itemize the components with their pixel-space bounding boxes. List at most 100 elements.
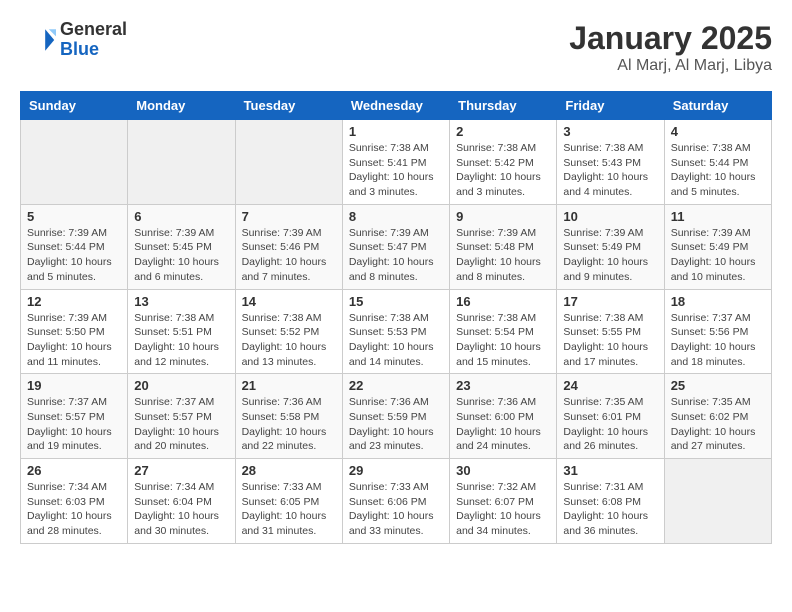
day-info: Sunrise: 7:36 AMSunset: 6:00 PMDaylight:… bbox=[456, 395, 550, 454]
logo-text: General Blue bbox=[60, 20, 127, 60]
day-number: 8 bbox=[349, 209, 443, 224]
logo-general-text: General bbox=[60, 20, 127, 40]
day-info: Sunrise: 7:38 AMSunset: 5:51 PMDaylight:… bbox=[134, 311, 228, 370]
col-header-friday: Friday bbox=[557, 92, 664, 120]
day-info: Sunrise: 7:39 AMSunset: 5:44 PMDaylight:… bbox=[27, 226, 121, 285]
day-info: Sunrise: 7:38 AMSunset: 5:42 PMDaylight:… bbox=[456, 141, 550, 200]
col-header-thursday: Thursday bbox=[450, 92, 557, 120]
day-number: 7 bbox=[242, 209, 336, 224]
day-info: Sunrise: 7:39 AMSunset: 5:45 PMDaylight:… bbox=[134, 226, 228, 285]
calendar-cell: 29 Sunrise: 7:33 AMSunset: 6:06 PMDayligh… bbox=[342, 459, 449, 544]
title-block: January 2025 Al Marj, Al Marj, Libya bbox=[569, 20, 772, 75]
day-info: Sunrise: 7:39 AMSunset: 5:47 PMDaylight:… bbox=[349, 226, 443, 285]
calendar-cell: 21 Sunrise: 7:36 AMSunset: 5:58 PMDayligh… bbox=[235, 374, 342, 459]
calendar-cell: 4 Sunrise: 7:38 AMSunset: 5:44 PMDaylight… bbox=[664, 120, 771, 205]
day-number: 17 bbox=[563, 294, 657, 309]
day-number: 12 bbox=[27, 294, 121, 309]
calendar-table: SundayMondayTuesdayWednesdayThursdayFrid… bbox=[20, 91, 772, 544]
day-number: 26 bbox=[27, 463, 121, 478]
day-info: Sunrise: 7:38 AMSunset: 5:44 PMDaylight:… bbox=[671, 141, 765, 200]
calendar-cell: 11Sunrise: 7:39 AMSunset: 5:49 PMDayligh… bbox=[664, 204, 771, 289]
calendar-cell bbox=[21, 120, 128, 205]
day-number: 4 bbox=[671, 124, 765, 139]
logo-blue-text: Blue bbox=[60, 40, 127, 60]
day-info: Sunrise: 7:39 AMSunset: 5:49 PMDaylight:… bbox=[563, 226, 657, 285]
day-number: 20 bbox=[134, 378, 228, 393]
day-info: Sunrise: 7:38 AMSunset: 5:52 PMDaylight:… bbox=[242, 311, 336, 370]
calendar-cell: 6 Sunrise: 7:39 AMSunset: 5:45 PMDaylight… bbox=[128, 204, 235, 289]
day-info: Sunrise: 7:37 AMSunset: 5:57 PMDaylight:… bbox=[27, 395, 121, 454]
day-number: 27 bbox=[134, 463, 228, 478]
day-number: 6 bbox=[134, 209, 228, 224]
day-info: Sunrise: 7:33 AMSunset: 6:06 PMDaylight:… bbox=[349, 480, 443, 539]
day-info: Sunrise: 7:37 AMSunset: 5:56 PMDaylight:… bbox=[671, 311, 765, 370]
calendar-cell: 12 Sunrise: 7:39 AMSunset: 5:50 PMDayligh… bbox=[21, 289, 128, 374]
day-info: Sunrise: 7:39 AMSunset: 5:50 PMDaylight:… bbox=[27, 311, 121, 370]
col-header-monday: Monday bbox=[128, 92, 235, 120]
calendar-cell: 25 Sunrise: 7:35 AMSunset: 6:02 PMDayligh… bbox=[664, 374, 771, 459]
day-info: Sunrise: 7:34 AMSunset: 6:03 PMDaylight:… bbox=[27, 480, 121, 539]
day-info: Sunrise: 7:33 AMSunset: 6:05 PMDaylight:… bbox=[242, 480, 336, 539]
calendar-cell: 31Sunrise: 7:31 AMSunset: 6:08 PMDayligh… bbox=[557, 459, 664, 544]
day-info: Sunrise: 7:38 AMSunset: 5:54 PMDaylight:… bbox=[456, 311, 550, 370]
col-header-tuesday: Tuesday bbox=[235, 92, 342, 120]
calendar-cell: 14 Sunrise: 7:38 AMSunset: 5:52 PMDayligh… bbox=[235, 289, 342, 374]
calendar-cell: 19Sunrise: 7:37 AMSunset: 5:57 PMDayligh… bbox=[21, 374, 128, 459]
day-number: 21 bbox=[242, 378, 336, 393]
calendar-week-row: 12 Sunrise: 7:39 AMSunset: 5:50 PMDayligh… bbox=[21, 289, 772, 374]
day-info: Sunrise: 7:39 AMSunset: 5:46 PMDaylight:… bbox=[242, 226, 336, 285]
day-number: 28 bbox=[242, 463, 336, 478]
calendar-week-row: 19Sunrise: 7:37 AMSunset: 5:57 PMDayligh… bbox=[21, 374, 772, 459]
day-number: 15 bbox=[349, 294, 443, 309]
calendar-cell: 23 Sunrise: 7:36 AMSunset: 6:00 PMDayligh… bbox=[450, 374, 557, 459]
day-info: Sunrise: 7:37 AMSunset: 5:57 PMDaylight:… bbox=[134, 395, 228, 454]
day-info: Sunrise: 7:34 AMSunset: 6:04 PMDaylight:… bbox=[134, 480, 228, 539]
calendar-cell: 8 Sunrise: 7:39 AMSunset: 5:47 PMDaylight… bbox=[342, 204, 449, 289]
day-info: Sunrise: 7:31 AMSunset: 6:08 PMDaylight:… bbox=[563, 480, 657, 539]
day-number: 9 bbox=[456, 209, 550, 224]
page-title: January 2025 bbox=[569, 20, 772, 57]
day-info: Sunrise: 7:39 AMSunset: 5:48 PMDaylight:… bbox=[456, 226, 550, 285]
day-info: Sunrise: 7:35 AMSunset: 6:01 PMDaylight:… bbox=[563, 395, 657, 454]
day-number: 25 bbox=[671, 378, 765, 393]
day-number: 5 bbox=[27, 209, 121, 224]
page-subtitle: Al Marj, Al Marj, Libya bbox=[569, 57, 772, 75]
day-info: Sunrise: 7:38 AMSunset: 5:43 PMDaylight:… bbox=[563, 141, 657, 200]
calendar-cell: 5 Sunrise: 7:39 AMSunset: 5:44 PMDaylight… bbox=[21, 204, 128, 289]
col-header-saturday: Saturday bbox=[664, 92, 771, 120]
calendar-cell: 13Sunrise: 7:38 AMSunset: 5:51 PMDayligh… bbox=[128, 289, 235, 374]
calendar-cell: 30 Sunrise: 7:32 AMSunset: 6:07 PMDayligh… bbox=[450, 459, 557, 544]
calendar-week-row: 1 Sunrise: 7:38 AMSunset: 5:41 PMDaylight… bbox=[21, 120, 772, 205]
day-info: Sunrise: 7:36 AMSunset: 5:58 PMDaylight:… bbox=[242, 395, 336, 454]
day-number: 14 bbox=[242, 294, 336, 309]
calendar-cell bbox=[128, 120, 235, 205]
calendar-cell: 27 Sunrise: 7:34 AMSunset: 6:04 PMDayligh… bbox=[128, 459, 235, 544]
logo: General Blue bbox=[20, 20, 127, 60]
day-number: 30 bbox=[456, 463, 550, 478]
calendar-cell: 24 Sunrise: 7:35 AMSunset: 6:01 PMDayligh… bbox=[557, 374, 664, 459]
day-info: Sunrise: 7:39 AMSunset: 5:49 PMDaylight:… bbox=[671, 226, 765, 285]
calendar-cell: 1 Sunrise: 7:38 AMSunset: 5:41 PMDaylight… bbox=[342, 120, 449, 205]
calendar-cell bbox=[235, 120, 342, 205]
day-info: Sunrise: 7:38 AMSunset: 5:55 PMDaylight:… bbox=[563, 311, 657, 370]
day-number: 29 bbox=[349, 463, 443, 478]
day-number: 2 bbox=[456, 124, 550, 139]
calendar-cell: 26 Sunrise: 7:34 AMSunset: 6:03 PMDayligh… bbox=[21, 459, 128, 544]
day-info: Sunrise: 7:32 AMSunset: 6:07 PMDaylight:… bbox=[456, 480, 550, 539]
calendar-cell: 2 Sunrise: 7:38 AMSunset: 5:42 PMDaylight… bbox=[450, 120, 557, 205]
day-number: 1 bbox=[349, 124, 443, 139]
calendar-cell: 3Sunrise: 7:38 AMSunset: 5:43 PMDaylight… bbox=[557, 120, 664, 205]
day-info: Sunrise: 7:38 AMSunset: 5:41 PMDaylight:… bbox=[349, 141, 443, 200]
calendar-cell bbox=[664, 459, 771, 544]
logo-icon bbox=[20, 22, 56, 58]
page-header: General Blue January 2025 Al Marj, Al Ma… bbox=[20, 20, 772, 75]
calendar-cell: 18Sunrise: 7:37 AMSunset: 5:56 PMDayligh… bbox=[664, 289, 771, 374]
calendar-cell: 10Sunrise: 7:39 AMSunset: 5:49 PMDayligh… bbox=[557, 204, 664, 289]
day-info: Sunrise: 7:38 AMSunset: 5:53 PMDaylight:… bbox=[349, 311, 443, 370]
day-number: 24 bbox=[563, 378, 657, 393]
day-number: 23 bbox=[456, 378, 550, 393]
day-info: Sunrise: 7:35 AMSunset: 6:02 PMDaylight:… bbox=[671, 395, 765, 454]
calendar-cell: 17 Sunrise: 7:38 AMSunset: 5:55 PMDayligh… bbox=[557, 289, 664, 374]
calendar-week-row: 26 Sunrise: 7:34 AMSunset: 6:03 PMDayligh… bbox=[21, 459, 772, 544]
calendar-cell: 9 Sunrise: 7:39 AMSunset: 5:48 PMDaylight… bbox=[450, 204, 557, 289]
